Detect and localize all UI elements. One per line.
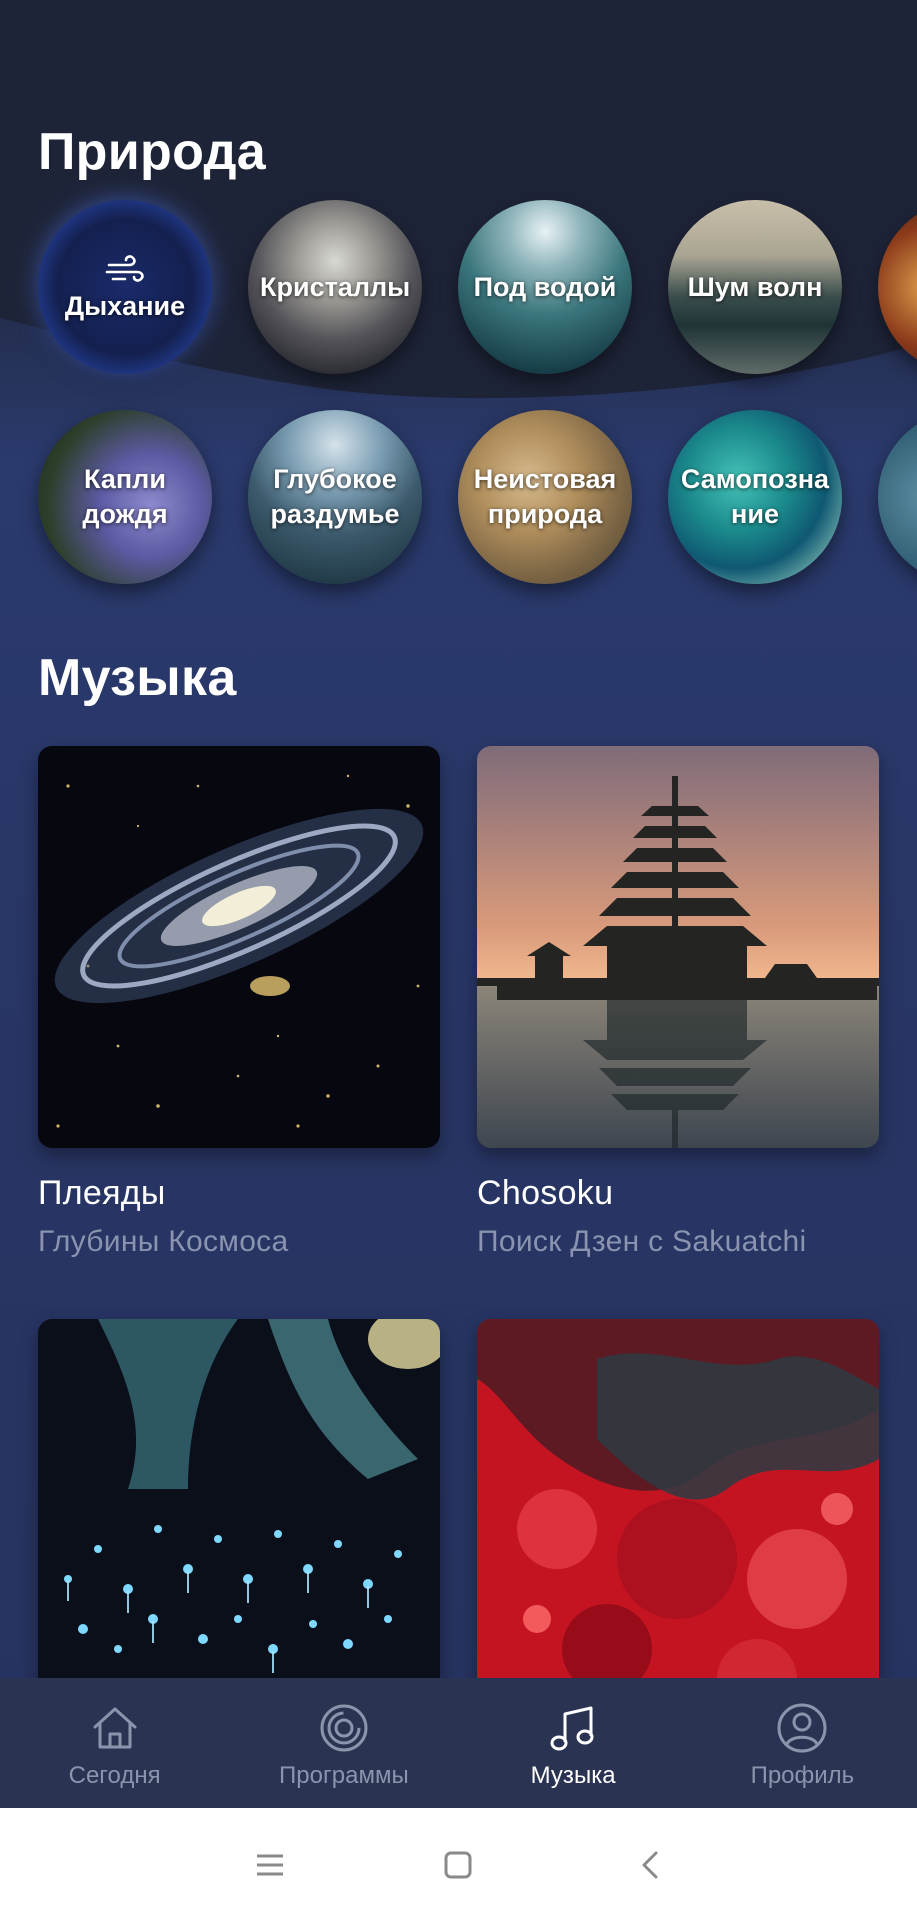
pagoda-image xyxy=(477,746,879,1148)
wind-icon xyxy=(105,254,144,282)
system-home-button[interactable] xyxy=(431,1838,485,1892)
home-square-icon xyxy=(444,1851,472,1879)
tab-profile[interactable]: Профиль xyxy=(688,1678,917,1808)
profile-icon xyxy=(777,1703,827,1753)
nature-row-2: Капли дождя Глубокое раздумье Неистовая … xyxy=(38,410,917,586)
nature-item-raindrops[interactable]: Капли дождя xyxy=(38,410,212,584)
menu-icon xyxy=(257,1854,283,1876)
music-card-pleiades[interactable]: Плеяды Глубины Космоса xyxy=(38,746,440,1259)
nature-item-label: Кристаллы xyxy=(260,271,411,302)
card-title: Chosoku xyxy=(477,1174,614,1212)
nature-item-crystals[interactable]: Кристаллы xyxy=(248,200,422,374)
system-nav-bar xyxy=(0,1808,917,1919)
music-card-glowing-forest[interactable] xyxy=(38,1319,440,1721)
music-card-chosoku[interactable]: Chosoku Поиск Дзен с Sakuatchi xyxy=(477,746,879,1259)
nature-item-waves[interactable]: Шум волн xyxy=(668,200,842,374)
tab-today[interactable]: Сегодня xyxy=(0,1678,229,1808)
home-icon xyxy=(93,1707,137,1749)
nature-item-label: Неистовая природа xyxy=(473,464,617,529)
nature-item-partial[interactable] xyxy=(878,200,917,374)
card-subtitle: Поиск Дзен с Sakuatchi xyxy=(477,1225,807,1258)
tab-programs[interactable]: Программы xyxy=(229,1678,458,1808)
nature-item-underwater[interactable]: Под водой xyxy=(458,200,632,374)
back-button[interactable] xyxy=(624,1838,678,1892)
tab-label: Программы xyxy=(279,1762,409,1789)
nature-item-deep-thought[interactable]: Глубокое раздумье xyxy=(248,410,422,584)
galaxy-image xyxy=(38,746,440,1148)
nature-item-label: Капли дождя xyxy=(82,464,168,529)
nature-item-self-knowledge[interactable]: Самопозна ние xyxy=(668,410,842,584)
music-section-title: Музыка xyxy=(38,649,237,707)
nature-section-title: Природа xyxy=(38,123,266,181)
nature-item-label: Под водой xyxy=(473,271,617,302)
tab-label: Музыка xyxy=(530,1762,616,1789)
nature-item-partial[interactable] xyxy=(878,410,917,584)
nature-item-label: Самопозна ние xyxy=(680,464,830,529)
nature-row-1: Дыхание Кристаллы Под водой Шум волн xyxy=(38,200,917,376)
bottom-tab-bar: Сегодня Программы Музыка Профиль xyxy=(0,1678,917,1808)
nature-item-wild-nature[interactable]: Неистовая природа xyxy=(458,410,632,584)
tab-label: Сегодня xyxy=(68,1762,161,1789)
target-icon xyxy=(320,1704,368,1752)
music-card-red-abstract[interactable] xyxy=(477,1319,879,1721)
nature-item-breathing[interactable]: Дыхание xyxy=(38,200,212,374)
tab-music[interactable]: Музыка xyxy=(459,1678,688,1808)
back-icon xyxy=(642,1851,658,1879)
nature-item-label: Шум волн xyxy=(687,271,823,302)
music-note-icon xyxy=(550,1706,594,1751)
card-title: Плеяды xyxy=(38,1174,166,1212)
nature-item-label: Дыхание xyxy=(64,290,186,321)
nature-item-label: Глубокое раздумье xyxy=(270,464,400,529)
red-abstract-image xyxy=(477,1319,879,1721)
card-subtitle: Глубины Космоса xyxy=(38,1225,289,1258)
tab-label: Профиль xyxy=(750,1762,855,1789)
menu-button[interactable] xyxy=(243,1838,297,1892)
glowing-forest-image xyxy=(38,1319,440,1721)
app-screen: Природа Дыхание Кристаллы Под водой Шум … xyxy=(0,0,917,1919)
